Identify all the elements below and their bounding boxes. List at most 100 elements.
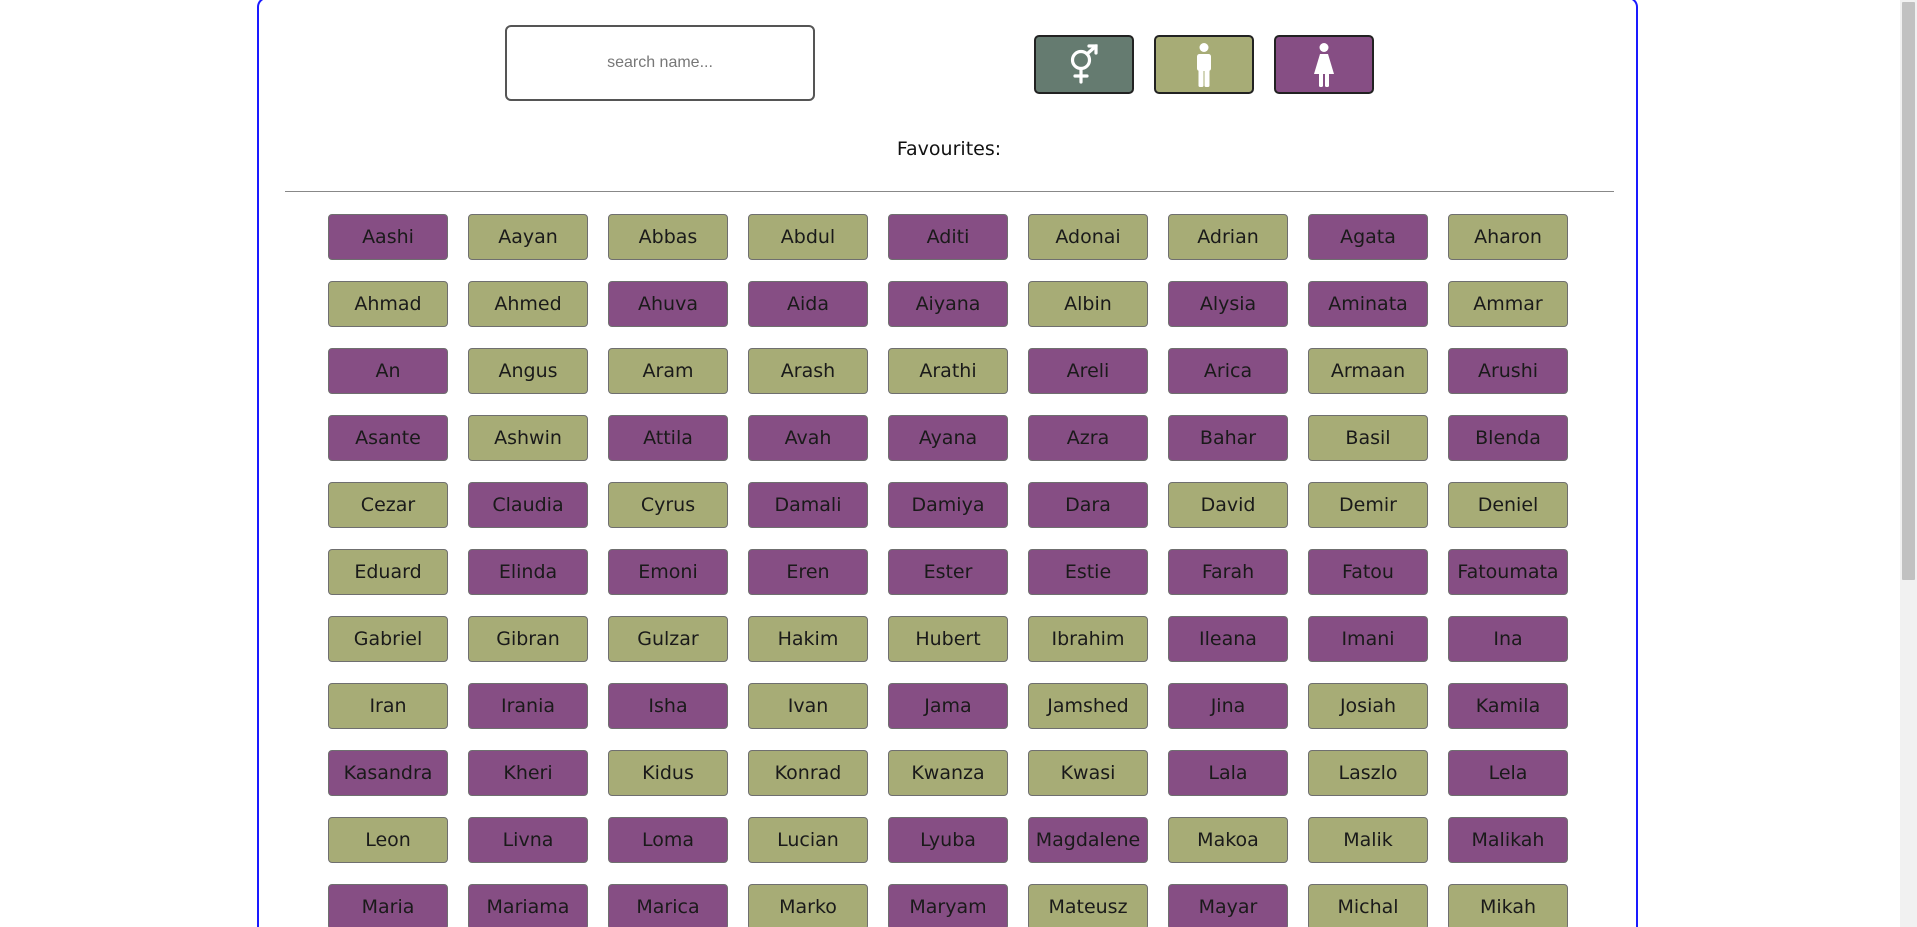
name-chip[interactable]: Cyrus [608,482,728,528]
name-chip[interactable]: Aditi [888,214,1008,260]
filter-female-button[interactable] [1274,35,1374,94]
name-chip[interactable]: Ileana [1168,616,1288,662]
name-chip[interactable]: Hubert [888,616,1008,662]
name-chip[interactable]: Ayana [888,415,1008,461]
name-chip[interactable]: Maria [328,884,448,927]
name-chip[interactable]: Angus [468,348,588,394]
name-chip[interactable]: Asante [328,415,448,461]
name-chip[interactable]: Farah [1168,549,1288,595]
name-chip[interactable]: Abdul [748,214,868,260]
name-chip[interactable]: Arash [748,348,868,394]
name-chip[interactable]: Gulzar [608,616,728,662]
name-chip[interactable]: Arathi [888,348,1008,394]
name-chip[interactable]: Armaan [1308,348,1428,394]
name-chip[interactable]: Imani [1308,616,1428,662]
name-chip[interactable]: Dara [1028,482,1148,528]
name-chip[interactable]: Maryam [888,884,1008,927]
name-chip[interactable]: Areli [1028,348,1148,394]
name-chip[interactable]: Estie [1028,549,1148,595]
name-chip[interactable]: Marko [748,884,868,927]
name-chip[interactable]: Mikah [1448,884,1568,927]
name-chip[interactable]: Mariama [468,884,588,927]
filter-all-button[interactable] [1034,35,1134,94]
name-chip[interactable]: Aida [748,281,868,327]
name-chip[interactable]: Attila [608,415,728,461]
scrollbar-track[interactable] [1900,0,1917,927]
name-chip[interactable]: Ibrahim [1028,616,1148,662]
name-chip[interactable]: Ahmad [328,281,448,327]
scrollbar-thumb[interactable] [1902,2,1915,580]
name-chip[interactable]: Demir [1308,482,1428,528]
name-chip[interactable]: Kwanza [888,750,1008,796]
name-chip[interactable]: Makoa [1168,817,1288,863]
name-chip[interactable]: Blenda [1448,415,1568,461]
name-chip[interactable]: Malik [1308,817,1428,863]
name-chip[interactable]: Josiah [1308,683,1428,729]
name-chip[interactable]: Kamila [1448,683,1568,729]
name-chip[interactable]: Loma [608,817,728,863]
name-chip[interactable]: Damiya [888,482,1008,528]
name-chip[interactable]: Aashi [328,214,448,260]
name-chip[interactable]: Lyuba [888,817,1008,863]
name-chip[interactable]: Ashwin [468,415,588,461]
name-chip[interactable]: Arushi [1448,348,1568,394]
name-chip[interactable]: Basil [1308,415,1428,461]
name-chip[interactable]: Livna [468,817,588,863]
name-chip[interactable]: Aram [608,348,728,394]
name-chip[interactable]: Iran [328,683,448,729]
name-chip[interactable]: Cezar [328,482,448,528]
name-chip[interactable]: An [328,348,448,394]
name-chip[interactable]: Bahar [1168,415,1288,461]
name-chip[interactable]: Eren [748,549,868,595]
filter-male-button[interactable] [1154,35,1254,94]
name-chip[interactable]: Albin [1028,281,1148,327]
name-chip[interactable]: Agata [1308,214,1428,260]
name-chip[interactable]: Jama [888,683,1008,729]
name-chip[interactable]: Kidus [608,750,728,796]
name-chip[interactable]: Laszlo [1308,750,1428,796]
name-chip[interactable]: Eduard [328,549,448,595]
name-chip[interactable]: Damali [748,482,868,528]
name-chip[interactable]: Aminata [1308,281,1428,327]
name-chip[interactable]: Aiyana [888,281,1008,327]
name-chip[interactable]: Gabriel [328,616,448,662]
name-chip[interactable]: Marica [608,884,728,927]
name-chip[interactable]: Hakim [748,616,868,662]
name-chip[interactable]: Kheri [468,750,588,796]
name-chip[interactable]: Konrad [748,750,868,796]
name-chip[interactable]: Adonai [1028,214,1148,260]
name-chip[interactable]: Lala [1168,750,1288,796]
name-chip[interactable]: Claudia [468,482,588,528]
name-chip[interactable]: Lucian [748,817,868,863]
name-chip[interactable]: Michal [1308,884,1428,927]
name-chip[interactable]: Isha [608,683,728,729]
name-chip[interactable]: Mayar [1168,884,1288,927]
name-chip[interactable]: Avah [748,415,868,461]
name-chip[interactable]: Mateusz [1028,884,1148,927]
name-chip[interactable]: Lela [1448,750,1568,796]
name-chip[interactable]: Ahmed [468,281,588,327]
name-chip[interactable]: Adrian [1168,214,1288,260]
name-chip[interactable]: Ina [1448,616,1568,662]
name-chip[interactable]: Leon [328,817,448,863]
name-chip[interactable]: Kwasi [1028,750,1148,796]
name-chip[interactable]: Emoni [608,549,728,595]
search-input[interactable] [505,25,815,101]
name-chip[interactable]: Arica [1168,348,1288,394]
name-chip[interactable]: Ivan [748,683,868,729]
name-chip[interactable]: Jina [1168,683,1288,729]
name-chip[interactable]: Fatou [1308,549,1428,595]
name-chip[interactable]: Fatoumata [1448,549,1568,595]
name-chip[interactable]: Aharon [1448,214,1568,260]
name-chip[interactable]: Ester [888,549,1008,595]
name-chip[interactable]: Abbas [608,214,728,260]
name-chip[interactable]: Jamshed [1028,683,1148,729]
name-chip[interactable]: Kasandra [328,750,448,796]
name-chip[interactable]: Ammar [1448,281,1568,327]
name-chip[interactable]: Deniel [1448,482,1568,528]
name-chip[interactable]: Azra [1028,415,1148,461]
name-chip[interactable]: Ahuva [608,281,728,327]
name-chip[interactable]: Irania [468,683,588,729]
name-chip[interactable]: Malikah [1448,817,1568,863]
name-chip[interactable]: David [1168,482,1288,528]
